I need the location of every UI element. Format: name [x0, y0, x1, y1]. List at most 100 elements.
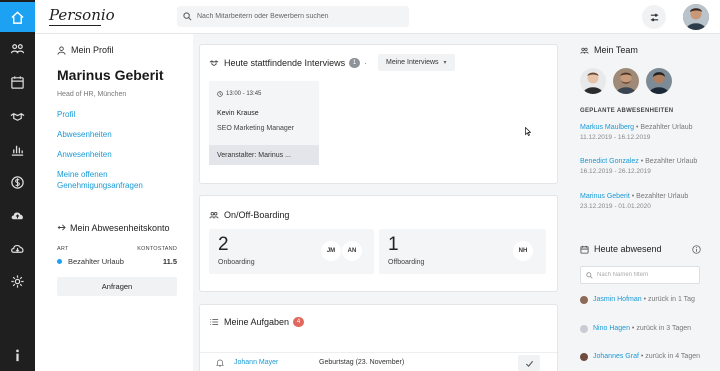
profile-role: Head of HR, München — [57, 91, 127, 98]
team-member-avatar[interactable] — [580, 68, 606, 94]
user-avatar[interactable] — [683, 4, 709, 30]
absent-person-link[interactable]: Johannes Graf — [593, 353, 639, 360]
absent-person-link[interactable]: Jasmin Hofman — [593, 296, 642, 303]
onboarding-label: Onboarding — [218, 259, 255, 266]
absence-dates: 23.12.2019 - 01.01.2020 — [580, 202, 651, 210]
sidebar-item-upload[interactable] — [0, 200, 35, 230]
tasks-card: Meine Aufgaben 4 Johann Mayer Geburtstag… — [199, 304, 558, 371]
offboarding-count: 1 — [388, 234, 399, 255]
absent-return-note: • zurück in 3 Tagen — [631, 325, 692, 332]
request-absence-button[interactable]: Anfragen — [57, 277, 177, 296]
absent-filter-field[interactable] — [580, 266, 700, 284]
balance-section-header: Mein Abwesenheitskonto — [57, 222, 187, 234]
sidebar-item-recruiting[interactable] — [0, 101, 35, 131]
list-item: Benedict Gonzalez • Bezahlter Urlaub 16.… — [580, 157, 700, 176]
tasks-title: Meine Aufgaben — [224, 317, 290, 327]
absent-person-link[interactable]: Nino Hagen — [593, 325, 630, 332]
table-row[interactable]: Johann Mayer Geburtstag (23. November) — [200, 352, 557, 371]
interview-item[interactable]: 13:00 - 13:45 Kevin Krause SEO Marketing… — [209, 81, 319, 165]
interviews-count-badge: 1 — [349, 58, 361, 68]
profile-section-header: Mein Profil — [57, 45, 114, 55]
onboarding-header: On/Off-Boarding — [209, 210, 289, 220]
task-description: Geburtstag (23. November) — [319, 359, 405, 366]
team-title: Mein Team — [594, 45, 638, 55]
sliders-icon — [650, 13, 658, 21]
complete-task-button[interactable] — [518, 355, 540, 371]
tasks-header: Meine Aufgaben 4 — [209, 317, 305, 327]
interview-time-row: 13:00 - 13:45 — [217, 91, 261, 97]
search-icon — [586, 271, 593, 279]
plane-icon — [57, 224, 66, 231]
global-search[interactable] — [177, 6, 409, 27]
absent-return-note: • zurück in 1 Tag — [643, 296, 695, 303]
attendances-link[interactable]: Anwesenheiten — [57, 149, 187, 160]
sidebar-item-settings[interactable] — [0, 266, 35, 296]
balance-row-label-wrap: Bezahlter Urlaub — [57, 257, 124, 266]
list-item: Marinus Geberit • Bezahlter Urlaub 23.12… — [580, 192, 700, 211]
balance-col-type: ART — [57, 246, 69, 252]
absent-filter-input[interactable] — [597, 272, 697, 278]
home-icon — [11, 10, 24, 24]
top-bar: Personio — [35, 0, 720, 34]
sidebar-item-calendar[interactable] — [0, 67, 35, 97]
mouse-cursor — [525, 127, 531, 136]
absence-person-link[interactable]: Marinus Geberit — [580, 193, 630, 200]
profile-link[interactable]: Profil — [57, 109, 187, 120]
planned-absences-heading: GEPLANTE ABWESENHEITEN — [580, 108, 674, 114]
absences-link[interactable]: Abwesenheiten — [57, 129, 187, 140]
onboarding-count: 2 — [218, 234, 229, 255]
chevron-down-icon: ▾ — [443, 60, 447, 66]
title-separator: · — [364, 58, 368, 68]
sidebar-rail — [0, 0, 35, 371]
personio-logo[interactable]: Personio — [49, 6, 115, 24]
profile-panel: Mein Profil Marinus Geberit Head of HR, … — [35, 34, 193, 371]
balance-title: Mein Abwesenheitskonto — [70, 223, 170, 233]
absence-type: • Bezahlter Urlaub — [631, 193, 689, 200]
onboarding-avatar[interactable]: AN — [342, 241, 362, 261]
list-icon — [210, 319, 219, 325]
sidebar-item-payroll[interactable] — [0, 167, 35, 197]
onboarding-title: On/Off-Boarding — [224, 210, 290, 220]
offboarding-label: Offboarding — [388, 259, 425, 266]
sidebar-item-employees[interactable] — [0, 33, 35, 63]
balance-row-value: 11.5 — [162, 257, 177, 266]
team-section-header: Mein Team — [580, 45, 638, 55]
sidebar-item-reports[interactable] — [0, 134, 35, 164]
team-member-avatar[interactable] — [646, 68, 672, 94]
approval-requests-link[interactable]: Meine offenen Genehmigungsanfragen — [57, 169, 157, 191]
balance-col-balance: KONTOSTAND — [137, 246, 177, 252]
interviews-card: Heute stattfindende Interviews 1 · Meine… — [199, 44, 558, 184]
calendar-icon — [11, 75, 24, 89]
sidebar-item-info[interactable] — [0, 340, 35, 370]
absence-person-link[interactable]: Markus Maulberg — [580, 124, 634, 131]
interviews-filter-label: Meine Interviews — [386, 59, 439, 66]
offboarding-avatar[interactable]: NH — [513, 241, 533, 261]
task-person-link[interactable]: Johann Mayer — [234, 359, 278, 366]
people-icon — [209, 212, 219, 219]
sidebar-item-download[interactable] — [0, 233, 35, 263]
dollar-icon — [11, 175, 24, 189]
info-icon[interactable] — [692, 245, 701, 254]
absence-person-link[interactable]: Benedict Gonzalez — [580, 158, 639, 165]
interview-candidate: Kevin Krause — [217, 110, 259, 117]
cloud-upload-icon — [11, 212, 23, 219]
info-icon — [16, 349, 19, 361]
onboarding-avatar[interactable]: JM — [321, 241, 341, 261]
avatar — [580, 325, 588, 333]
interview-position: SEO Marketing Manager — [217, 125, 295, 132]
absence-dates: 16.12.2019 - 26.12.2019 — [580, 167, 651, 175]
search-icon — [183, 12, 192, 21]
team-panel: Mein Team GEPLANTE ABWESENHEITEN Markus … — [568, 34, 720, 371]
avatar-image — [613, 68, 639, 94]
profile-name: Marinus Geberit — [57, 67, 164, 83]
interviews-filter-dropdown[interactable]: Meine Interviews ▾ — [378, 54, 455, 71]
balance-row: Bezahlter Urlaub 11.5 — [57, 257, 177, 266]
filter-button[interactable] — [642, 5, 666, 29]
sidebar-item-home[interactable] — [0, 2, 35, 32]
people-icon — [10, 43, 25, 53]
cloud-download-icon — [11, 244, 24, 253]
onboarding-tile[interactable]: 2 Onboarding JM AN — [209, 229, 374, 274]
offboarding-tile[interactable]: 1 Offboarding NH — [379, 229, 546, 274]
team-member-avatar[interactable] — [613, 68, 639, 94]
search-input[interactable] — [197, 13, 397, 20]
